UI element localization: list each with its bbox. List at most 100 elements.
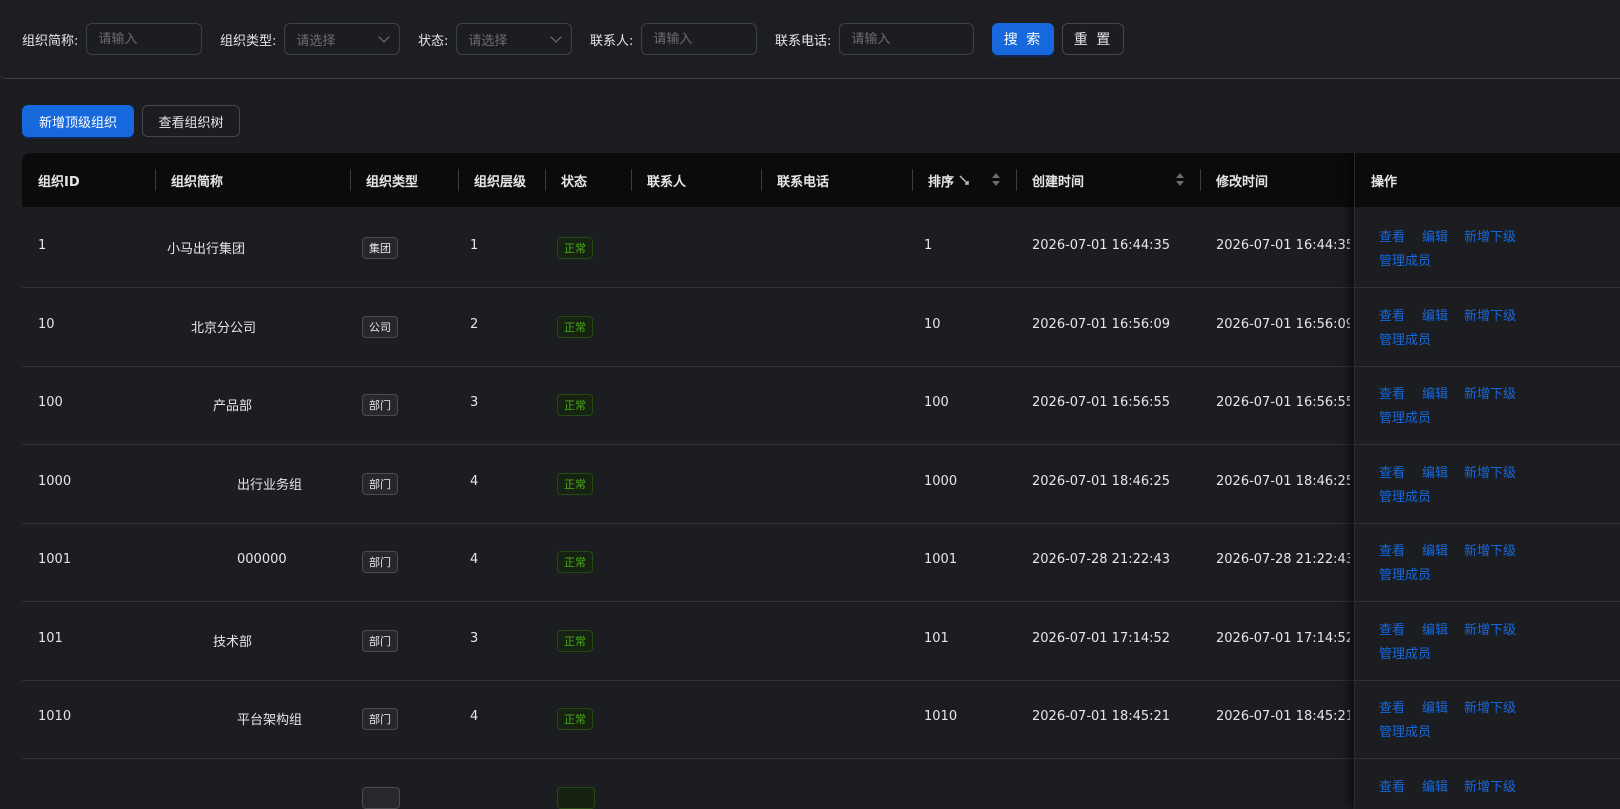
cell-name: 出行业务组 (237, 478, 303, 493)
edit-link[interactable]: 编辑 (1422, 776, 1448, 795)
action-row: 查看 编辑 新增下级 (1355, 757, 1620, 809)
view-link[interactable]: 查看 (1379, 619, 1405, 638)
add-child-link[interactable]: 新增下级 (1464, 697, 1516, 716)
cell-type-tag: 部门 (362, 473, 398, 495)
cell-modified: 2026-07-01 17:14:52 (1216, 631, 1350, 646)
add-child-link[interactable]: 新增下级 (1464, 776, 1516, 795)
action-row: 查看 编辑 新增下级管理成员 (1355, 207, 1620, 288)
col-divider (1016, 169, 1017, 191)
col-header-created[interactable]: 创建时间 (1032, 153, 1084, 207)
cell-level: 1 (470, 238, 479, 253)
contact-input-box[interactable] (641, 23, 758, 55)
cell-status-badge: 正常 (557, 237, 593, 259)
cell-type-tag: 集团 (362, 237, 398, 259)
cell-status-badge: 正常 (557, 630, 593, 652)
manage-members-link[interactable]: 管理成员 (1379, 407, 1431, 426)
org-name-label: 组织简称: (22, 33, 79, 49)
col-header-actions: 操作 (1355, 153, 1620, 207)
col-header-type: 组织类型 (366, 174, 419, 190)
col-header-modified: 修改时间 (1216, 174, 1269, 190)
cell-sort: 100 (924, 395, 949, 410)
edit-link[interactable]: 编辑 (1422, 619, 1448, 638)
phone-input[interactable] (851, 31, 963, 47)
view-link[interactable]: 查看 (1379, 697, 1405, 716)
cell-modified: 2026-07-01 16:56:09 (1216, 317, 1350, 332)
col-divider (155, 169, 156, 191)
cell-created: 2026-07-01 16:44:35 (1032, 238, 1171, 253)
add-child-link[interactable]: 新增下级 (1464, 305, 1516, 324)
cell-name: 技术部 (213, 635, 253, 650)
cell-modified: 2026-07-01 16:44:35 (1216, 238, 1350, 253)
add-child-link[interactable]: 新增下级 (1464, 540, 1516, 559)
col-divider (545, 169, 546, 191)
view-link[interactable]: 查看 (1379, 305, 1405, 324)
edit-link[interactable]: 编辑 (1422, 540, 1448, 559)
org-type-label: 组织类型: (220, 33, 277, 49)
cell-created: 2026-07-28 21:22:43 (1032, 552, 1171, 567)
cell-level: 4 (470, 709, 479, 724)
action-row: 查看 编辑 新增下级管理成员 (1355, 521, 1620, 602)
edit-link[interactable]: 编辑 (1422, 697, 1448, 716)
reset-button[interactable]: 重 置 (1062, 23, 1124, 55)
action-row: 查看 编辑 新增下级管理成员 (1355, 678, 1620, 759)
manage-members-link[interactable]: 管理成员 (1379, 486, 1431, 505)
col-header-status: 状态 (561, 174, 588, 190)
org-type-placeholder: 请选择 (296, 33, 336, 49)
cell-type-tag: 部门 (362, 551, 398, 573)
org-name-input[interactable] (98, 31, 191, 47)
col-header-created-label: 创建时间 (1032, 174, 1085, 190)
org-type-select[interactable]: 请选择 (284, 23, 401, 55)
col-header-sort[interactable]: 排序 (928, 153, 970, 207)
sort-caret-icon[interactable] (1176, 173, 1184, 187)
chevron-down-icon (378, 30, 391, 43)
contact-input[interactable] (653, 31, 746, 47)
edit-link[interactable]: 编辑 (1422, 383, 1448, 402)
edit-link[interactable]: 编辑 (1422, 462, 1448, 481)
sort-caret-icon[interactable] (992, 173, 1000, 187)
phone-field: 联系电话: (775, 23, 975, 55)
status-select[interactable]: 请选择 (456, 23, 573, 55)
status-field: 状态: 请选择 (418, 23, 573, 55)
manage-members-link[interactable]: 管理成员 (1379, 250, 1431, 269)
manage-members-link[interactable]: 管理成员 (1379, 564, 1431, 583)
cell-level: 3 (470, 631, 479, 646)
contact-field: 联系人: (590, 23, 758, 55)
view-link[interactable]: 查看 (1379, 226, 1405, 245)
view-link[interactable]: 查看 (1379, 462, 1405, 481)
col-divider (458, 169, 459, 191)
cell-level: 3 (470, 395, 479, 410)
cell-id: 101 (38, 631, 63, 646)
edit-link[interactable]: 编辑 (1422, 305, 1448, 324)
action-column: 操作 查看 编辑 新增下级 管理成员 查看 编辑 新增下级 管理成员 查看 编辑 新增下级 管理成员查… (1354, 153, 1620, 809)
view-org-tree-button[interactable]: 查看组织树 (142, 105, 240, 137)
cell-type-tag: 部门 (362, 394, 398, 416)
manage-members-link[interactable]: 管理成员 (1379, 329, 1431, 348)
view-link[interactable]: 查看 (1379, 540, 1405, 559)
org-type-field: 组织类型: 请选择 (220, 23, 401, 55)
add-child-link[interactable]: 新增下级 (1464, 226, 1516, 245)
cell-sort: 1010 (924, 709, 958, 724)
phone-label: 联系电话: (775, 33, 832, 49)
add-child-link[interactable]: 新增下级 (1464, 619, 1516, 638)
col-header-phone: 联系电话 (777, 174, 830, 190)
cell-name: 产品部 (213, 399, 253, 414)
manage-members-link[interactable]: 管理成员 (1379, 721, 1431, 740)
cell-created: 2026-07-01 16:56:55 (1032, 395, 1171, 410)
add-top-org-button[interactable]: 新增顶级组织 (22, 105, 134, 137)
add-child-link[interactable]: 新增下级 (1464, 462, 1516, 481)
search-button[interactable]: 搜 索 (992, 23, 1054, 55)
cell-status-badge: 正常 (557, 551, 593, 573)
manage-members-link[interactable]: 管理成员 (1379, 643, 1431, 662)
cell-modified: 2026-07-01 16:56:55 (1216, 395, 1350, 410)
action-row: 查看 编辑 新增下级管理成员 (1355, 600, 1620, 681)
col-divider (1200, 169, 1201, 191)
cell-id: 1000 (38, 474, 72, 489)
add-child-link[interactable]: 新增下级 (1464, 383, 1516, 402)
drag-sort-icon (959, 175, 969, 185)
view-link[interactable]: 查看 (1379, 383, 1405, 402)
edit-link[interactable]: 编辑 (1422, 226, 1448, 245)
org-name-input-box[interactable] (86, 23, 203, 55)
cell-sort: 1001 (924, 552, 958, 567)
phone-input-box[interactable] (839, 23, 975, 55)
view-link[interactable]: 查看 (1379, 776, 1405, 795)
